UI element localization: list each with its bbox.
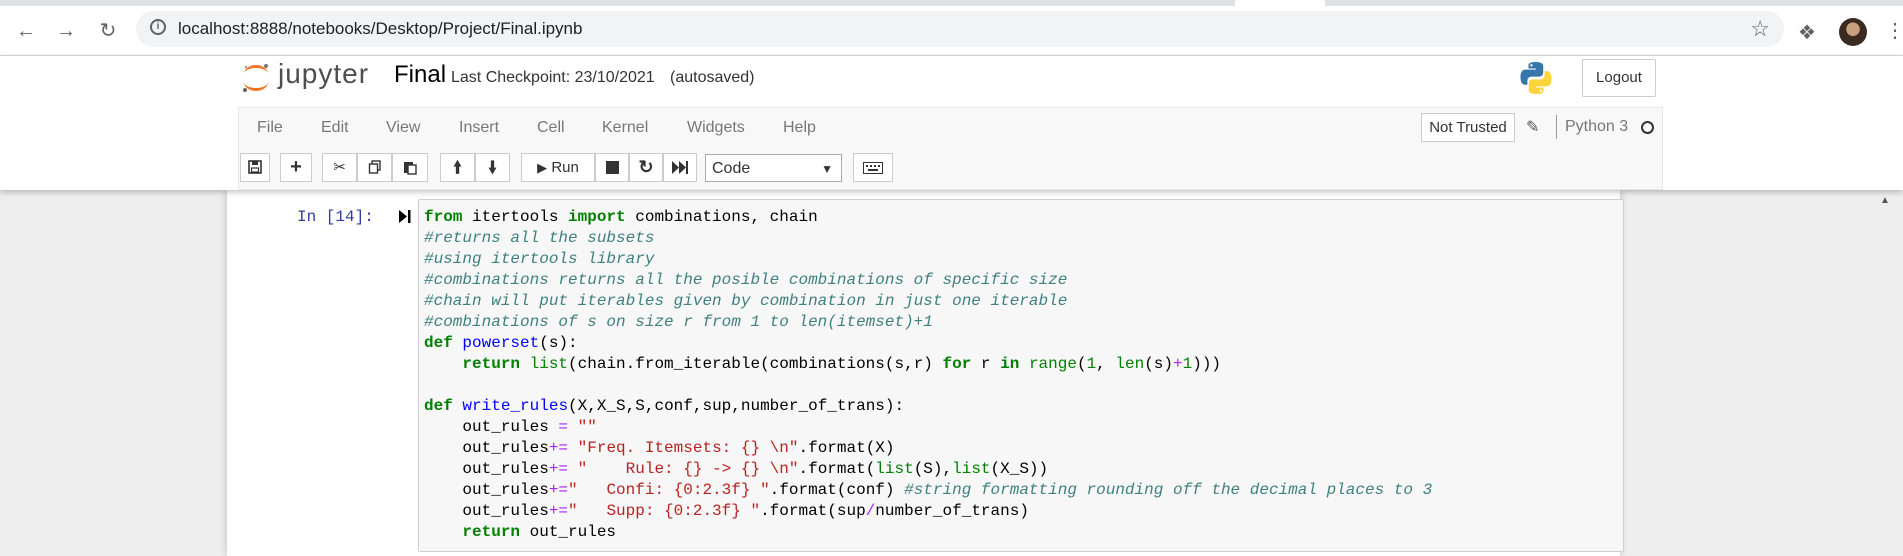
cell-type-value: Code xyxy=(712,160,751,177)
menu-widgets[interactable]: Widgets xyxy=(687,108,745,148)
chevron-down-icon: ▼ xyxy=(821,162,833,176)
code-line: out_rules = "" xyxy=(424,418,597,436)
not-trusted-button[interactable]: Not Trusted xyxy=(1421,113,1515,142)
kernel-divider xyxy=(1556,115,1557,139)
menu-file[interactable]: File xyxy=(257,108,283,148)
code-line: #combinations returns all the posible co… xyxy=(424,271,1068,289)
site-info-icon[interactable]: i xyxy=(150,19,166,35)
code-line: #returns all the subsets xyxy=(424,229,655,247)
forward-arrow-icon[interactable]: → xyxy=(54,19,78,43)
address-bar[interactable]: i localhost:8888/notebooks/Desktop/Proje… xyxy=(136,11,1784,47)
code-line: return out_rules xyxy=(462,523,617,541)
kernel-idle-indicator-icon xyxy=(1641,121,1654,134)
python-logo-icon xyxy=(1520,62,1552,94)
bookmark-star-icon[interactable]: ☆ xyxy=(1750,11,1770,47)
restart-run-all-fast-forward-icon[interactable] xyxy=(663,153,697,182)
code-line: #chain will put iterables given by combi… xyxy=(424,292,1068,310)
cut-scissors-icon[interactable]: ✂ xyxy=(322,153,357,182)
interrupt-stop-icon[interactable] xyxy=(595,153,629,182)
scroll-up-arrow-icon[interactable]: ▲ xyxy=(1880,195,1890,206)
menu-kernel[interactable]: Kernel xyxy=(602,108,648,148)
jupyter-logo-icon[interactable] xyxy=(241,62,271,94)
paste-icon[interactable] xyxy=(392,153,428,182)
logout-button[interactable]: Logout xyxy=(1582,59,1656,97)
restart-kernel-icon[interactable]: ↻ xyxy=(629,153,663,182)
cell-type-select[interactable]: Code ▼ xyxy=(705,154,842,182)
menu-view[interactable]: View xyxy=(386,108,420,148)
extensions-puzzle-icon[interactable]: ❖ xyxy=(1798,20,1816,45)
notebook-name[interactable]: Final xyxy=(394,61,446,89)
cell-prompt: In [14]: xyxy=(297,208,374,226)
save-icon[interactable] xyxy=(240,153,270,182)
play-icon: ▶ xyxy=(537,160,548,175)
profile-avatar[interactable] xyxy=(1839,18,1867,46)
command-palette-keyboard-icon[interactable] xyxy=(853,153,893,182)
url-text[interactable]: localhost:8888/notebooks/Desktop/Project… xyxy=(178,11,582,47)
kernel-name[interactable]: Python 3 xyxy=(1565,118,1628,136)
menu-cell[interactable]: Cell xyxy=(537,108,565,148)
run-button[interactable]: ▶ Run xyxy=(521,153,595,182)
code-line: out_rules+= " Rule: {} -> {} \n".format(… xyxy=(424,460,1049,478)
pencil-icon[interactable]: ✎ xyxy=(1526,117,1539,137)
code-line: def write_rules(X,X_S,S,conf,sup,number_… xyxy=(424,397,905,415)
menu-help[interactable]: Help xyxy=(783,108,816,148)
back-arrow-icon[interactable]: ← xyxy=(14,19,38,43)
reload-icon[interactable]: ↻ xyxy=(96,19,120,43)
browser-menu-icon[interactable]: ⋮ xyxy=(1885,18,1903,43)
copy-icon[interactable] xyxy=(357,153,392,182)
code-line: #combinations of s on size r from 1 to l… xyxy=(424,313,933,331)
cell-run-indicator-icon[interactable] xyxy=(398,209,412,227)
move-up-arrow-icon[interactable]: 🠙 xyxy=(440,153,475,182)
insert-cell-plus-icon[interactable]: + xyxy=(280,153,312,182)
code-line: return list(chain.from_iterable(combinat… xyxy=(462,355,1222,373)
last-checkpoint: Last Checkpoint: 23/10/2021 xyxy=(451,69,655,86)
code-editor[interactable]: from itertools import combinations, chai… xyxy=(424,207,1432,543)
code-line: out_rules+=" Confi: {0:2.3f} ".format(co… xyxy=(424,481,1433,499)
code-line: out_rules+= "Freq. Itemsets: {} \n".form… xyxy=(424,439,895,457)
code-line: from itertools import combinations, chai… xyxy=(424,208,818,226)
move-down-arrow-icon[interactable]: 🠛 xyxy=(475,153,510,182)
code-line: def powerset(s): xyxy=(424,334,578,352)
browser-toolbar: ← → ↻ i localhost:8888/notebooks/Desktop… xyxy=(0,6,1903,56)
autosave-status: (autosaved) xyxy=(670,69,755,86)
code-line: out_rules+=" Supp: {0:2.3f} ".format(sup… xyxy=(424,502,1029,520)
menu-edit[interactable]: Edit xyxy=(321,108,349,148)
menu-insert[interactable]: Insert xyxy=(459,108,499,148)
code-line: #using itertools library xyxy=(424,250,655,268)
run-label: Run xyxy=(551,159,579,176)
jupyter-logo-text[interactable]: jupyter xyxy=(278,58,369,90)
